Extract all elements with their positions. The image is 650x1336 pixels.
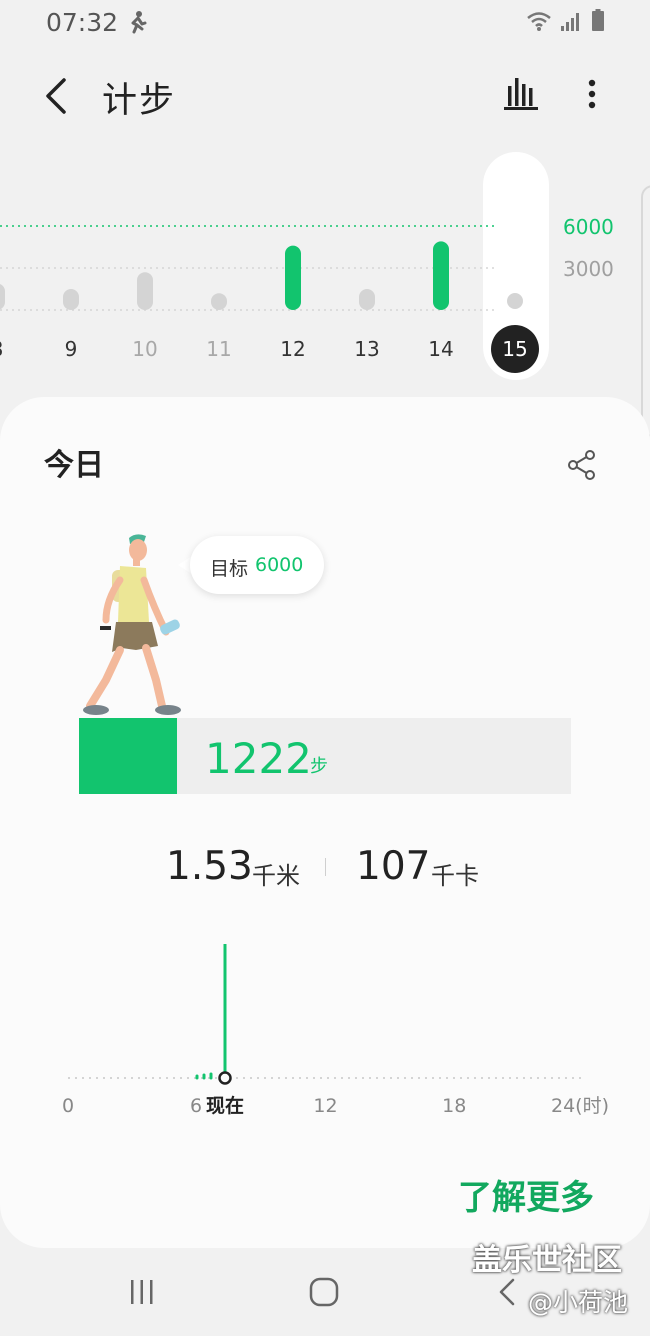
stats-divider bbox=[325, 858, 326, 876]
day-bar-10[interactable] bbox=[137, 272, 153, 310]
day-label-9[interactable]: 9 bbox=[65, 337, 78, 361]
hourly-axis-tick: 24(时) bbox=[551, 1095, 609, 1117]
distance-unit: 千米 bbox=[252, 862, 300, 890]
calories-unit: 千卡 bbox=[431, 862, 479, 890]
day-label-13[interactable]: 13 bbox=[354, 337, 379, 361]
day-label-10[interactable]: 10 bbox=[132, 337, 157, 361]
share-button[interactable] bbox=[566, 449, 598, 481]
day-bar-12[interactable] bbox=[285, 245, 301, 310]
nav-back-button[interactable] bbox=[496, 1278, 518, 1306]
hourly-axis-tick: 12 bbox=[313, 1095, 337, 1117]
weekly-steps-chart[interactable]: 8 9 10 11 12 13 14 15 6000 3000 bbox=[0, 140, 650, 390]
running-notification-icon bbox=[131, 11, 147, 34]
goal-value: 6000 bbox=[255, 554, 304, 576]
steps-unit: 步 bbox=[310, 756, 328, 777]
back-button[interactable] bbox=[38, 76, 74, 116]
day-bar-14[interactable] bbox=[433, 241, 449, 310]
calories-value: 107 bbox=[356, 844, 431, 889]
day-bar-15[interactable] bbox=[507, 293, 523, 309]
day-label-12[interactable]: 12 bbox=[280, 337, 305, 361]
goal-label: 目标 bbox=[210, 558, 249, 580]
distance-value: 1.53 bbox=[166, 844, 253, 889]
steps-progress-fill bbox=[79, 718, 178, 794]
day-bar-8[interactable] bbox=[0, 283, 5, 310]
day-label-14[interactable]: 14 bbox=[428, 337, 453, 361]
learn-more-button[interactable]: 了解更多 bbox=[458, 1170, 594, 1219]
day-label-8[interactable]: 8 bbox=[0, 337, 3, 361]
hourly-axis-tick: 6 bbox=[190, 1095, 202, 1117]
recents-button[interactable] bbox=[128, 1278, 156, 1306]
home-button[interactable] bbox=[308, 1276, 340, 1308]
hourly-steps-chart: 0 6 12 18 24(时) 现在 bbox=[62, 944, 609, 1117]
chart-view-button[interactable] bbox=[500, 76, 542, 112]
now-label: 现在 bbox=[206, 1094, 244, 1117]
hourly-axis-tick: 0 bbox=[62, 1095, 74, 1117]
watermark-title: 盖乐世社区 bbox=[472, 1243, 622, 1278]
steps-count: 1222 bbox=[205, 734, 312, 783]
day-label-15[interactable]: 15 bbox=[502, 337, 527, 361]
status-time: 07:32 bbox=[46, 8, 119, 37]
watermark-author: @小荷池 bbox=[528, 1288, 629, 1317]
goal-line-label: 6000 bbox=[563, 215, 614, 239]
more-options-button[interactable] bbox=[578, 76, 606, 112]
today-title: 今日 bbox=[44, 448, 104, 483]
signal-icon bbox=[561, 13, 579, 31]
now-indicator-dot bbox=[218, 1071, 232, 1085]
day-label-11[interactable]: 11 bbox=[206, 337, 231, 361]
hourly-axis-tick: 18 bbox=[442, 1095, 466, 1117]
battery-icon bbox=[592, 9, 604, 31]
day-bar-9[interactable] bbox=[63, 289, 79, 310]
day-bar-13[interactable] bbox=[359, 289, 375, 310]
page-title: 计步 bbox=[102, 81, 177, 121]
day-bar-11[interactable] bbox=[211, 293, 227, 310]
reference-line-label: 3000 bbox=[563, 257, 614, 281]
calendar-panel-edge[interactable] bbox=[641, 185, 650, 437]
wifi-icon bbox=[527, 12, 551, 31]
